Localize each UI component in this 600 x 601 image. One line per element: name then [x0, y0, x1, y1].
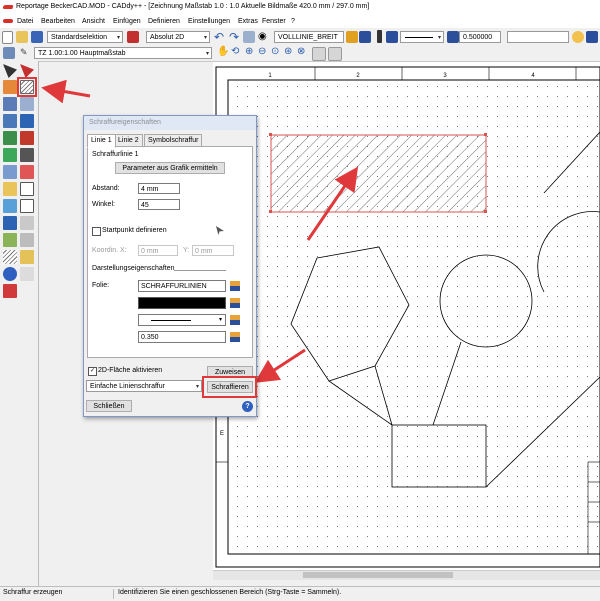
color-layer-icon[interactable]	[230, 298, 240, 308]
flaeche-label: 2D-Fläche aktivieren	[98, 367, 163, 374]
status-bar: Schraffur erzeugen Identifizieren Sie ei…	[0, 586, 600, 601]
schraffieren-highlight	[202, 376, 257, 398]
linestyle-layer-icon[interactable]	[230, 315, 240, 325]
divider	[174, 270, 226, 271]
coord-x-label: Koordin. X:	[92, 247, 127, 254]
help-icon[interactable]: ?	[242, 401, 253, 412]
annotation-arrow-to-button	[254, 348, 306, 383]
pen-width-layer-icon[interactable]	[230, 332, 240, 342]
coord-x-input[interactable]: 0 mm	[138, 245, 178, 256]
hatch-type-value: Einfache Linienschraffur	[90, 383, 165, 390]
tab-linie-1[interactable]: Linie 1	[87, 134, 116, 148]
linestyle-select[interactable]: ▾	[138, 314, 226, 326]
coord-y-label: Y:	[183, 247, 190, 254]
chevron-down-icon: ▾	[218, 317, 222, 323]
flaeche-checkbox[interactable]: ✓	[88, 367, 97, 376]
startpunkt-label: Startpunkt definieren	[102, 227, 167, 234]
abstand-input[interactable]: 4 mm	[138, 183, 180, 194]
annotation-arrow-to-tool	[41, 79, 91, 104]
winkel-input[interactable]: 45	[138, 199, 180, 210]
hatch-properties-dialog: Schraffureigenschaften Linie 1 Linie 2 S…	[83, 115, 257, 417]
schliessen-button[interactable]: Schließen	[86, 400, 132, 412]
horizontal-scrollbar[interactable]	[213, 570, 600, 580]
winkel-label: Winkel:	[92, 201, 115, 208]
abstand-label: Abstand:	[92, 185, 120, 192]
hatch-type-select[interactable]: Einfache Linienschraffur ▾	[86, 380, 202, 392]
dialog-title: Schraffureigenschaften	[84, 116, 256, 130]
startpunkt-checkbox[interactable]	[92, 227, 101, 236]
status-message: Identifizieren Sie einen geschlossenen B…	[118, 589, 342, 596]
color-select[interactable]	[138, 297, 226, 309]
folie-input[interactable]: SCHRAFFURLINIEN	[138, 280, 226, 292]
status-command: Schraffur erzeugen	[3, 589, 114, 599]
pen-width-input[interactable]: 0.350	[138, 331, 226, 343]
line-preview	[151, 320, 191, 321]
chevron-down-icon: ▾	[195, 384, 199, 390]
cursor-icon	[216, 226, 224, 235]
tab-panel: Schraffurlinie 1 Parameter aus Grafik er…	[87, 146, 253, 358]
scrollbar-thumb[interactable]	[303, 572, 453, 578]
display-props-label: Darstellungseigenschaften	[92, 265, 175, 272]
coord-y-input[interactable]: 0 mm	[192, 245, 234, 256]
layer-icon[interactable]	[230, 281, 240, 291]
section-title: Schraffurlinie 1	[92, 151, 139, 158]
from-graphic-button[interactable]: Parameter aus Grafik ermitteln	[115, 162, 225, 174]
folie-label: Folie:	[92, 282, 110, 289]
